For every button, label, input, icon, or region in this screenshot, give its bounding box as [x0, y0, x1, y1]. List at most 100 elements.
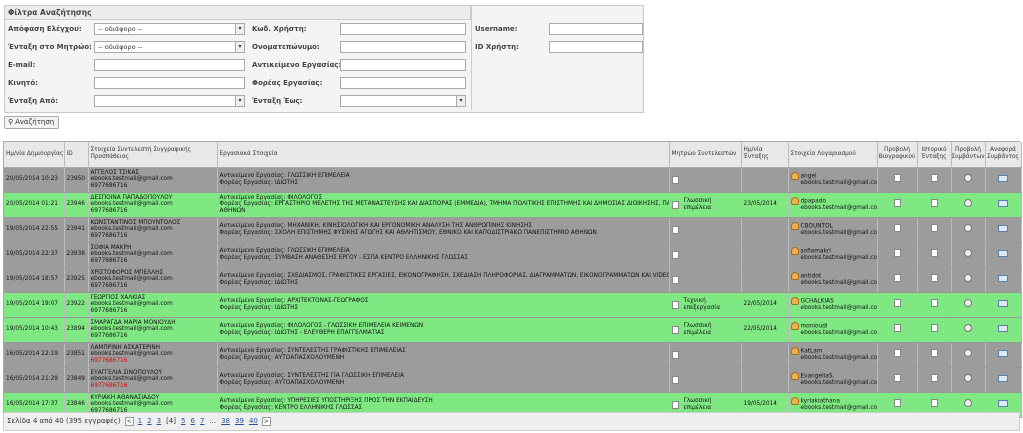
cv-view-icon[interactable]: [893, 374, 901, 383]
account-username[interactable]: monioudi: [801, 324, 828, 330]
page-link[interactable]: 6: [190, 413, 194, 430]
events-search-icon[interactable]: [964, 374, 972, 383]
report-event-icon[interactable]: [998, 224, 1008, 232]
work-body: Φορέας Εργασίας: ΙΔΙΩΤΗΣ - ΕΛΕΥΘΕΡΗ ΕΠΑΓ…: [219, 329, 385, 336]
document-icon[interactable]: [671, 300, 679, 309]
cv-view-icon[interactable]: [893, 299, 901, 308]
events-search-icon[interactable]: [964, 199, 972, 208]
report-event-icon[interactable]: [998, 349, 1008, 357]
events-search-icon[interactable]: [964, 274, 972, 283]
page-link[interactable]: 3: [157, 413, 161, 430]
events-search-icon[interactable]: [964, 299, 972, 308]
action-cell: [985, 317, 1022, 343]
prev-page-button[interactable]: <: [124, 417, 134, 426]
report-event-icon[interactable]: [998, 249, 1008, 257]
contributor-info: ΕΥΑΓΓΕΛΙΑ ΣΙΝΟΠΟΥΛΟΥ ebooks.testmail@gmai…: [88, 367, 218, 393]
registry-cell: [669, 217, 742, 243]
history-icon[interactable]: [930, 274, 938, 283]
userid-input[interactable]: [549, 41, 643, 53]
work-info: Αντικείμενο Εργασίας: ΓΛΩΣΣΙΚΗ ΕΠΙΜΕΛΕΙΑ…: [217, 242, 670, 268]
cv-view-icon[interactable]: [893, 349, 901, 358]
column-header: Ημ/νία Ένταξης: [741, 142, 789, 168]
history-icon[interactable]: [930, 174, 938, 183]
object-label: Αντικείμενο Εργασίας:: [252, 61, 342, 69]
events-search-icon[interactable]: [964, 249, 972, 258]
account-username[interactable]: dpapado: [801, 199, 826, 205]
document-icon[interactable]: [671, 275, 679, 284]
history-icon[interactable]: [930, 249, 938, 258]
events-search-icon[interactable]: [964, 174, 972, 183]
document-icon[interactable]: [671, 375, 679, 384]
document-icon[interactable]: [671, 325, 679, 334]
account-username[interactable]: angel: [801, 174, 817, 180]
document-icon[interactable]: [671, 200, 679, 209]
report-event-icon[interactable]: [998, 274, 1008, 282]
document-icon[interactable]: [671, 350, 679, 359]
document-icon[interactable]: [671, 175, 679, 184]
search-button[interactable]: ⚲ Αναζήτηση: [4, 116, 60, 129]
name-input[interactable]: [340, 41, 466, 53]
page-link[interactable]: 40: [249, 413, 258, 430]
account-info: angel ebooks.testmail@gmail.com: [788, 167, 878, 193]
report-event-icon[interactable]: [998, 299, 1008, 307]
history-icon[interactable]: [930, 299, 938, 308]
cv-view-icon[interactable]: [893, 324, 901, 333]
events-search-icon[interactable]: [964, 349, 972, 358]
history-icon[interactable]: [930, 399, 938, 408]
history-icon[interactable]: [930, 349, 938, 358]
page-link[interactable]: 1: [138, 413, 142, 430]
page-link[interactable]: 38: [221, 413, 230, 430]
history-icon[interactable]: [930, 324, 938, 333]
action-cell: [877, 267, 918, 293]
document-icon[interactable]: [671, 400, 679, 409]
report-event-icon[interactable]: [998, 174, 1008, 182]
account-username[interactable]: KatLam: [801, 349, 823, 355]
account-username[interactable]: antidot: [801, 274, 822, 280]
events-search-icon[interactable]: [964, 224, 972, 233]
report-event-icon[interactable]: [998, 399, 1008, 407]
contributor-phone: 6977686716: [90, 382, 128, 389]
work-body-cont: ΑΘΗΝΩΝ: [219, 207, 246, 214]
account-username[interactable]: EvangeliaS.: [801, 374, 835, 380]
decision-select[interactable]: -- οδιάφορο -- ▾: [94, 23, 245, 35]
page-link[interactable]: 39: [235, 413, 244, 430]
mobile-input[interactable]: [94, 77, 245, 89]
report-event-icon[interactable]: [998, 199, 1008, 207]
history-icon[interactable]: [930, 374, 938, 383]
account-username[interactable]: GCHALKIAS: [801, 299, 834, 305]
document-icon[interactable]: [671, 225, 679, 234]
history-icon[interactable]: [930, 224, 938, 233]
history-icon[interactable]: [930, 199, 938, 208]
cv-view-icon[interactable]: [893, 274, 901, 283]
usercode-input[interactable]: [340, 23, 466, 35]
to-select[interactable]: ▾: [340, 95, 466, 107]
page-link[interactable]: 7: [200, 413, 204, 430]
table-row: 20/05/2014 01:21 23946 ΔΕΣΠΟΙΝΑ ΠΑΠΑΔΟΠΟΥΛ…: [4, 192, 1022, 218]
account-username[interactable]: kyriakiathana: [801, 399, 840, 405]
cv-view-icon[interactable]: [893, 174, 901, 183]
events-search-icon[interactable]: [964, 324, 972, 333]
cv-view-icon[interactable]: [893, 224, 901, 233]
cv-view-icon[interactable]: [893, 199, 901, 208]
report-event-icon[interactable]: [998, 374, 1008, 382]
email-input[interactable]: [94, 59, 245, 71]
account-username[interactable]: CBOUNTOL: [801, 224, 833, 230]
account-email: ebooks.testmail@gmail.com: [800, 330, 877, 337]
cv-view-icon[interactable]: [893, 399, 901, 408]
account-email: ebooks.testmail@gmail.com: [800, 280, 877, 287]
registry-select[interactable]: -- οδιάφορο -- ▾: [94, 41, 245, 53]
page-link[interactable]: 5: [181, 413, 185, 430]
username-input[interactable]: [549, 23, 643, 35]
body-input[interactable]: [340, 77, 466, 89]
account-username[interactable]: sofiamakri: [801, 249, 831, 255]
events-search-icon[interactable]: [964, 399, 972, 408]
page-link[interactable]: 2: [147, 413, 151, 430]
next-page-button[interactable]: >: [261, 417, 271, 426]
account-info: monioudi ebooks.testmail@gmail.com: [788, 317, 878, 343]
object-input[interactable]: [340, 59, 466, 71]
report-event-icon[interactable]: [998, 324, 1008, 332]
from-select[interactable]: ▾: [94, 95, 245, 107]
document-icon[interactable]: [671, 250, 679, 259]
created-date: 19/05/2014 19:07: [4, 292, 65, 318]
cv-view-icon[interactable]: [893, 249, 901, 258]
